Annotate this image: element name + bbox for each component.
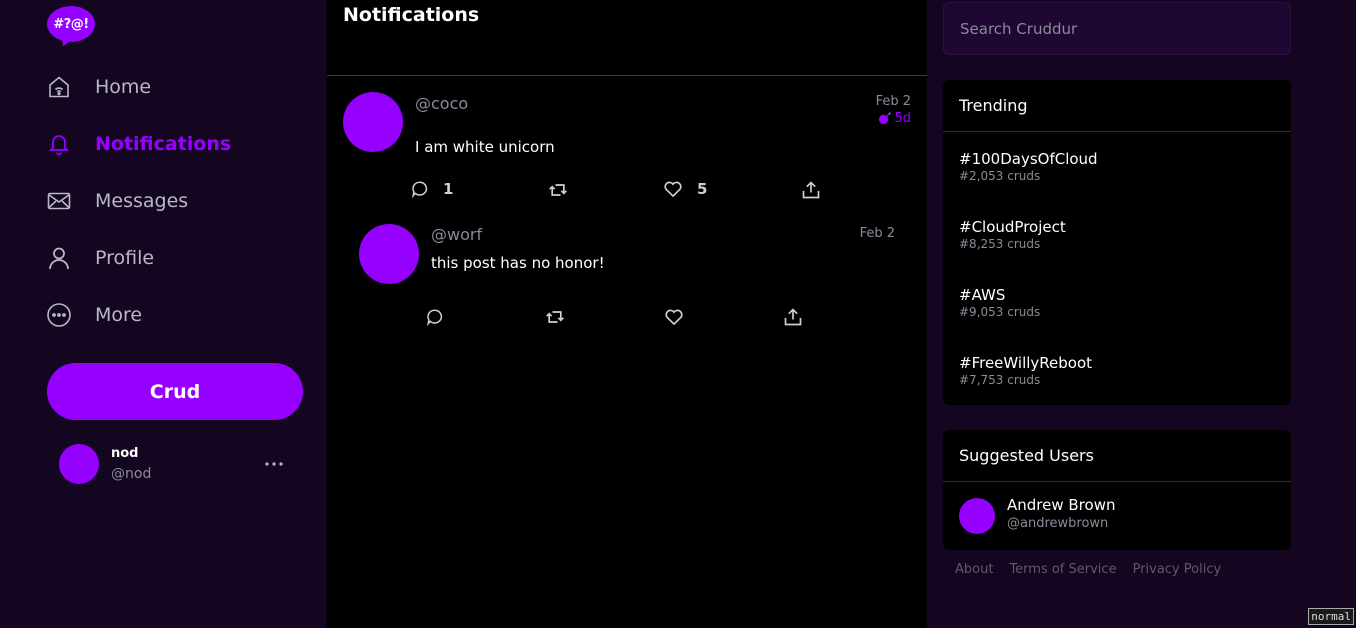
current-user-card[interactable]: nod @nod [59,444,299,486]
nav-more[interactable]: More [47,295,307,335]
repost-button[interactable] [545,307,565,327]
notifications-feed: Notifications @coco Feb 2 5d I am white … [327,0,927,628]
suggested-user-name: Andrew Brown [1007,496,1116,514]
heart-icon [665,309,683,326]
trending-tag: #100DaysOfCloud [959,150,1098,168]
nav-profile[interactable]: Profile [47,238,307,278]
nav-messages-label: Messages [95,190,189,212]
trending-count: #8,253 cruds [959,237,1041,251]
activity-message: this post has no honor! [431,254,605,272]
suggested-user-avatar [959,498,995,534]
reply-icon [427,309,443,326]
page-title: Notifications [343,4,480,26]
activity-expires: 5d [878,111,911,126]
share-button[interactable] [801,180,821,200]
heart-icon [664,181,682,198]
suggested-users-panel: Suggested Users Andrew Brown @andrewbrow… [943,430,1291,550]
like-button[interactable]: 5 [663,179,707,199]
nav-messages[interactable]: Messages [47,181,307,221]
mail-icon [47,189,71,213]
current-user-avatar [59,444,99,484]
footer-links: About Terms of Service Privacy Policy [955,562,1221,577]
reply-icon [412,181,428,198]
crud-button[interactable]: Crud [47,363,303,420]
share-icon [784,308,802,326]
right-column: Trending #100DaysOfCloud #2,053 cruds #C… [927,0,1356,628]
bell-icon [47,132,71,156]
nav-notifications-label: Notifications [95,133,232,155]
suggested-user-handle: @andrewbrown [1007,516,1109,531]
trending-panel: Trending #100DaysOfCloud #2,053 cruds #C… [943,80,1291,405]
person-icon [47,246,71,270]
repost-icon [549,184,567,196]
footer-link-terms[interactable]: Terms of Service [1009,562,1116,577]
more-circle-icon [47,303,71,327]
repost-icon [546,311,564,323]
trending-count: #9,053 cruds [959,305,1041,319]
activity-message: I am white unicorn [415,138,555,156]
reply-count: 1 [443,180,454,198]
trending-count: #2,053 cruds [959,169,1041,183]
share-button[interactable] [783,307,803,327]
footer-link-privacy[interactable]: Privacy Policy [1133,562,1222,577]
activity-item[interactable]: @coco Feb 2 5d I am white unicorn 1 5 [327,76,927,216]
logo-text: #?@! [47,6,95,42]
bomb-icon [879,112,892,125]
feed-header: Notifications [327,0,927,76]
trending-item[interactable]: #FreeWillyReboot #7,753 cruds [959,354,1092,387]
trending-tag: #CloudProject [959,218,1066,236]
activity-date: Feb 2 [875,94,911,109]
mode-badge: normal [1308,608,1354,625]
current-user-handle: @nod [111,466,152,482]
trending-tag: #AWS [959,286,1006,304]
cruddur-logo[interactable]: #?@! [47,6,95,50]
more-dots-icon[interactable] [262,452,286,476]
reply-button[interactable] [426,308,444,326]
left-sidebar: #?@! Home Notifications Messages Profile… [0,0,327,628]
current-user-name: nod [111,446,139,461]
activity-avatar[interactable] [359,224,419,284]
activity-date: Feb 2 [859,226,895,241]
nav-more-label: More [95,304,143,326]
trending-item[interactable]: #AWS #9,053 cruds [959,286,1040,319]
activity-avatar[interactable] [343,92,403,152]
search-input[interactable] [943,2,1291,55]
trending-title: Trending [943,80,1291,132]
nav-profile-label: Profile [95,247,155,269]
activity-handle[interactable]: @worf [431,225,482,244]
reply-button[interactable]: 1 [411,180,453,198]
share-icon [802,181,820,199]
nav-notifications[interactable]: Notifications [47,124,307,164]
suggested-user[interactable]: Andrew Brown @andrewbrown [959,496,1279,538]
repost-button[interactable] [548,180,568,200]
like-count: 5 [697,180,708,198]
footer-link-about[interactable]: About [955,562,993,577]
activity-item[interactable]: @worf Feb 2 this post has no honor! [327,216,927,346]
trending-tag: #FreeWillyReboot [959,354,1093,372]
nav-home-label: Home [95,76,152,98]
home-icon [47,75,71,99]
suggested-users-title: Suggested Users [943,430,1291,482]
activity-handle[interactable]: @coco [415,94,468,113]
like-button[interactable] [664,307,684,327]
activity-expires-label: 5d [894,111,911,126]
trending-item[interactable]: #100DaysOfCloud #2,053 cruds [959,150,1098,183]
trending-item[interactable]: #CloudProject #8,253 cruds [959,218,1066,251]
trending-count: #7,753 cruds [959,373,1041,387]
nav-home[interactable]: Home [47,67,307,107]
